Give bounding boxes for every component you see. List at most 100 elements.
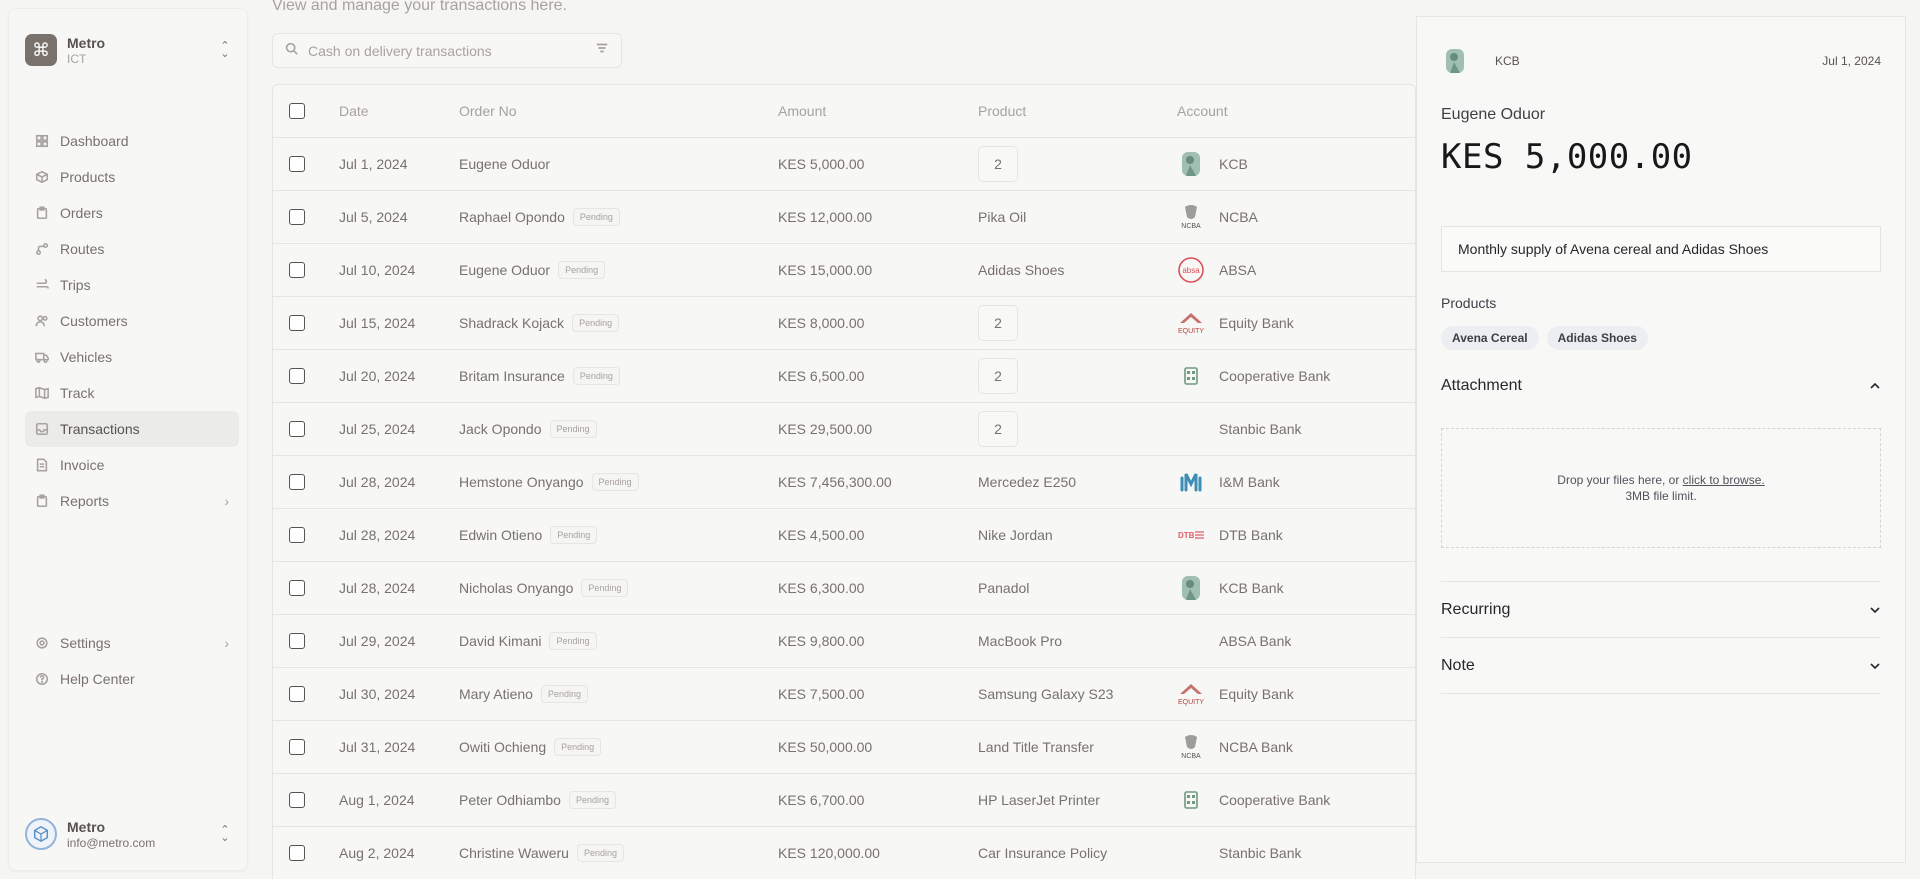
row-order-name: David Kimani	[459, 633, 542, 649]
row-account: Equity Bank	[1219, 315, 1294, 331]
table-row[interactable]: Jul 30, 2024 Mary Atieno Pending KES 7,500.…	[273, 668, 1415, 721]
ncba-logo-icon: NCBA	[1177, 733, 1205, 761]
row-checkbox[interactable]	[289, 845, 305, 861]
note-section-toggle[interactable]: Note	[1441, 637, 1881, 694]
chevron-right-icon: ›	[224, 635, 229, 651]
detail-description[interactable]: Monthly supply of Avena cereal and Adida…	[1441, 226, 1881, 272]
row-order-name: Hemstone Onyango	[459, 474, 584, 490]
row-checkbox[interactable]	[289, 633, 305, 649]
product-quantity[interactable]: 2	[978, 358, 1018, 394]
sidebar-item-routes[interactable]: Routes	[25, 231, 239, 267]
table-row[interactable]: Jul 29, 2024 David Kimani Pending KES 9,800…	[273, 615, 1415, 668]
row-checkbox[interactable]	[289, 421, 305, 437]
status-badge: Pending	[576, 844, 624, 862]
attachment-section-toggle[interactable]: Attachment	[1441, 358, 1881, 414]
sidebar-item-customers[interactable]: Customers	[25, 303, 239, 339]
row-checkbox[interactable]	[289, 368, 305, 384]
table-row[interactable]: Jul 10, 2024 Eugene Oduor Pending KES 15,00…	[273, 244, 1415, 297]
sidebar-item-label: Products	[60, 169, 116, 185]
status-badge: Pending	[554, 738, 602, 756]
row-date: Jul 25, 2024	[339, 421, 416, 437]
table-row[interactable]: Jul 31, 2024 Owiti Ochieng Pending KES 50,0…	[273, 721, 1415, 774]
sidebar-item-track[interactable]: Track	[25, 375, 239, 411]
row-checkbox[interactable]	[289, 209, 305, 225]
sidebar-item-label: Routes	[60, 241, 105, 257]
row-checkbox[interactable]	[289, 315, 305, 331]
equity-logo-icon: EQUITY	[1177, 680, 1205, 708]
product-quantity[interactable]: 2	[978, 411, 1018, 447]
sidebar-item-orders[interactable]: Orders	[25, 195, 239, 231]
product-name: Pika Oil	[978, 209, 1027, 225]
status-badge: Pending	[572, 314, 620, 332]
select-all-checkbox[interactable]	[289, 103, 305, 119]
row-order-name: Jack Opondo	[459, 421, 542, 437]
row-amount: KES 6,700.00	[778, 792, 865, 808]
file-icon	[33, 458, 51, 472]
column-header-date[interactable]: Date	[339, 103, 369, 119]
row-checkbox[interactable]	[289, 739, 305, 755]
filter-icon[interactable]	[595, 41, 609, 60]
table-row[interactable]: Aug 2, 2024 Christine Waweru Pending KES 12…	[273, 827, 1415, 879]
row-checkbox[interactable]	[289, 527, 305, 543]
row-checkbox[interactable]	[289, 792, 305, 808]
row-checkbox[interactable]	[289, 474, 305, 490]
row-amount: KES 4,500.00	[778, 527, 865, 543]
products-label: Products	[1441, 295, 1497, 311]
product-quantity[interactable]: 2	[978, 146, 1018, 182]
product-name: Samsung Galaxy S23	[978, 686, 1114, 702]
sidebar-item-vehicles[interactable]: Vehicles	[25, 339, 239, 375]
table-row[interactable]: Jul 25, 2024 Jack Opondo Pending KES 29,500…	[273, 403, 1415, 456]
row-date: Jul 10, 2024	[339, 262, 416, 278]
sidebar-item-label: Orders	[60, 205, 103, 221]
table-row[interactable]: Jul 20, 2024 Britam Insurance Pending KES 6…	[273, 350, 1415, 403]
sidebar-item-products[interactable]: Products	[25, 159, 239, 195]
row-checkbox[interactable]	[289, 156, 305, 172]
column-header-account[interactable]: Account	[1177, 103, 1228, 119]
user-switcher[interactable]: Metro info@metro.com ⌃ ⌄	[25, 814, 231, 854]
sidebar-item-transactions[interactable]: Transactions	[25, 411, 239, 447]
table-row[interactable]: Jul 15, 2024 Shadrack Kojack Pending KES 8,…	[273, 297, 1415, 350]
help-icon	[33, 672, 51, 686]
table-row[interactable]: Aug 1, 2024 Peter Odhiambo Pending KES 6,70…	[273, 774, 1415, 827]
browse-link[interactable]: click to browse.	[1683, 473, 1765, 487]
bank-logo-icon	[1177, 839, 1205, 867]
detail-date: Jul 1, 2024	[1822, 54, 1881, 68]
file-dropzone[interactable]: Drop your files here, or click to browse…	[1441, 428, 1881, 548]
sidebar-item-dashboard[interactable]: Dashboard	[25, 123, 239, 159]
gear-icon	[33, 636, 51, 650]
row-amount: KES 7,456,300.00	[778, 474, 892, 490]
row-amount: KES 9,800.00	[778, 633, 865, 649]
status-badge: Pending	[572, 208, 620, 226]
transactions-table: Date Order No Amount Product Account Jul…	[272, 84, 1416, 879]
product-quantity[interactable]: 2	[978, 305, 1018, 341]
detail-customer-name: Eugene Oduor	[1441, 106, 1546, 123]
row-checkbox[interactable]	[289, 262, 305, 278]
row-checkbox[interactable]	[289, 580, 305, 596]
sidebar-item-label: Settings	[60, 635, 111, 651]
sidebar-item-reports[interactable]: Reports ›	[25, 483, 239, 519]
svg-text:EQUITY: EQUITY	[1178, 328, 1204, 335]
row-account: NCBA	[1219, 209, 1258, 225]
table-row[interactable]: Jul 28, 2024 Nicholas Onyango Pending KES 6…	[273, 562, 1415, 615]
column-header-product[interactable]: Product	[978, 103, 1026, 119]
sidebar-item-trips[interactable]: Trips	[25, 267, 239, 303]
column-header-order[interactable]: Order No	[459, 103, 517, 119]
row-amount: KES 5,000.00	[778, 156, 865, 172]
row-amount: KES 12,000.00	[778, 209, 873, 225]
recurring-section-toggle[interactable]: Recurring	[1441, 581, 1881, 637]
search-input[interactable]	[308, 42, 595, 59]
table-row[interactable]: Jul 28, 2024 Hemstone Onyango Pending KES 7…	[273, 456, 1415, 509]
status-badge: Pending	[572, 367, 620, 385]
org-switcher[interactable]: ⌘ Metro ICT ⌃ ⌄	[25, 25, 231, 75]
sidebar-item-settings[interactable]: Settings ›	[25, 625, 239, 661]
row-order-name: Eugene Oduor	[459, 156, 551, 172]
row-checkbox[interactable]	[289, 686, 305, 702]
table-row[interactable]: Jul 5, 2024 Raphael Opondo Pending KES 12,0…	[273, 191, 1415, 244]
sidebar-item-help[interactable]: Help Center	[25, 661, 239, 697]
sidebar-item-invoice[interactable]: Invoice	[25, 447, 239, 483]
column-header-amount[interactable]: Amount	[778, 103, 826, 119]
table-row[interactable]: Jul 1, 2024 Eugene Oduor KES 5,000.00 2 KCB	[273, 138, 1415, 191]
wind-icon	[33, 278, 51, 292]
table-row[interactable]: Jul 28, 2024 Edwin Otieno Pending KES 4,500…	[273, 509, 1415, 562]
transaction-detail-panel: KCB Jul 1, 2024 Eugene Oduor KES 5,000.0…	[1416, 16, 1906, 863]
